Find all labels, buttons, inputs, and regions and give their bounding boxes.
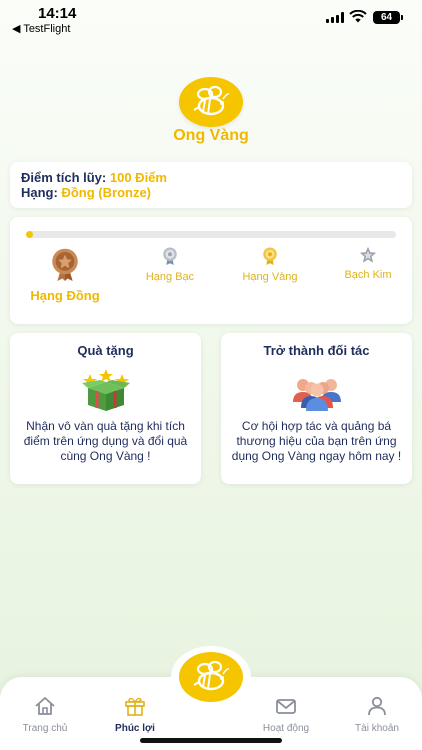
platinum-star-icon bbox=[359, 246, 377, 263]
points-card: Điểm tích lũy: 100 Điểm Hạng: Đồng (Bron… bbox=[10, 162, 412, 208]
gifts-title: Quà tặng bbox=[77, 343, 134, 358]
gold-medal-icon bbox=[263, 247, 277, 265]
tier-label-silver: Hạng Bạc bbox=[145, 271, 195, 283]
nav-label-benefits: Phúc lợi bbox=[115, 723, 155, 734]
tier-platinum[interactable]: Bạch Kim bbox=[330, 246, 406, 281]
gift-icon bbox=[125, 697, 145, 716]
nav-label-home: Trang chủ bbox=[22, 723, 68, 734]
points-label: Điểm tích lũy: bbox=[21, 170, 107, 185]
rank-value: Đồng (Bronze) bbox=[61, 185, 152, 200]
gifts-card[interactable]: Quà tặng Nhận vô vàn quà tặng khi tích đ… bbox=[10, 333, 201, 484]
tier-label-bronze: Hạng Đồng bbox=[30, 288, 100, 303]
tier-progress-fill bbox=[26, 231, 34, 238]
mail-icon bbox=[276, 699, 296, 714]
silver-medal-icon bbox=[163, 247, 177, 265]
tier-progress-card: Hạng Đồng Hạng Bạc Hạng Vàng Bạch Kim bbox=[10, 217, 412, 324]
bronze-medal-icon bbox=[52, 248, 78, 281]
signal-icon bbox=[326, 12, 344, 23]
brand-name: Ong Vàng bbox=[173, 127, 249, 144]
battery-icon: 64 bbox=[373, 11, 403, 24]
nav-item-benefits[interactable]: Phúc lợi bbox=[95, 696, 175, 734]
tier-progress-bar bbox=[26, 231, 396, 238]
nav-item-activity[interactable]: Hoạt động bbox=[246, 696, 326, 734]
wifi-icon bbox=[349, 10, 367, 23]
tier-silver[interactable]: Hạng Bạc bbox=[134, 246, 206, 283]
gift-box-icon bbox=[81, 369, 130, 411]
partner-title: Trở thành đối tác bbox=[263, 343, 370, 358]
back-to-testflight-link[interactable]: ◀ TestFlight bbox=[12, 22, 70, 35]
status-bar: 14:14 ◀ TestFlight 64 bbox=[0, 0, 422, 36]
bee-icon bbox=[193, 660, 230, 691]
tier-bronze[interactable]: Hạng Đồng bbox=[24, 245, 106, 303]
tier-gold[interactable]: Hạng Vàng bbox=[232, 246, 308, 283]
home-icon bbox=[35, 697, 55, 715]
partners-icon bbox=[292, 379, 341, 411]
nav-item-account[interactable]: Tài khoản bbox=[337, 696, 417, 734]
gifts-description: Nhận vô vàn quà tặng khi tích điểm trên … bbox=[23, 419, 188, 463]
partner-description: Cơ hội hợp tác và quảng bá thương hiệu c… bbox=[231, 419, 402, 463]
bee-icon bbox=[193, 85, 230, 116]
rank-row: Hạng: Đồng (Bronze) bbox=[21, 185, 401, 200]
user-icon bbox=[368, 696, 386, 716]
status-time: 14:14 bbox=[38, 5, 77, 22]
rank-label: Hạng: bbox=[21, 185, 58, 200]
brand-logo bbox=[179, 77, 243, 127]
nav-label-activity: Hoạt động bbox=[262, 723, 310, 734]
nav-item-home[interactable]: Trang chủ bbox=[5, 696, 85, 734]
points-row: Điểm tích lũy: 100 Điểm bbox=[21, 170, 401, 185]
home-indicator bbox=[140, 738, 282, 743]
center-bee-button[interactable] bbox=[179, 652, 243, 702]
tier-label-platinum: Bạch Kim bbox=[344, 269, 392, 281]
nav-label-account: Tài khoản bbox=[355, 723, 399, 734]
tier-label-gold: Hạng Vàng bbox=[242, 271, 298, 283]
points-value: 100 Điểm bbox=[109, 170, 167, 185]
partner-card[interactable]: Trở thành đối tác Cơ hội hợp tác và quản… bbox=[221, 333, 412, 484]
